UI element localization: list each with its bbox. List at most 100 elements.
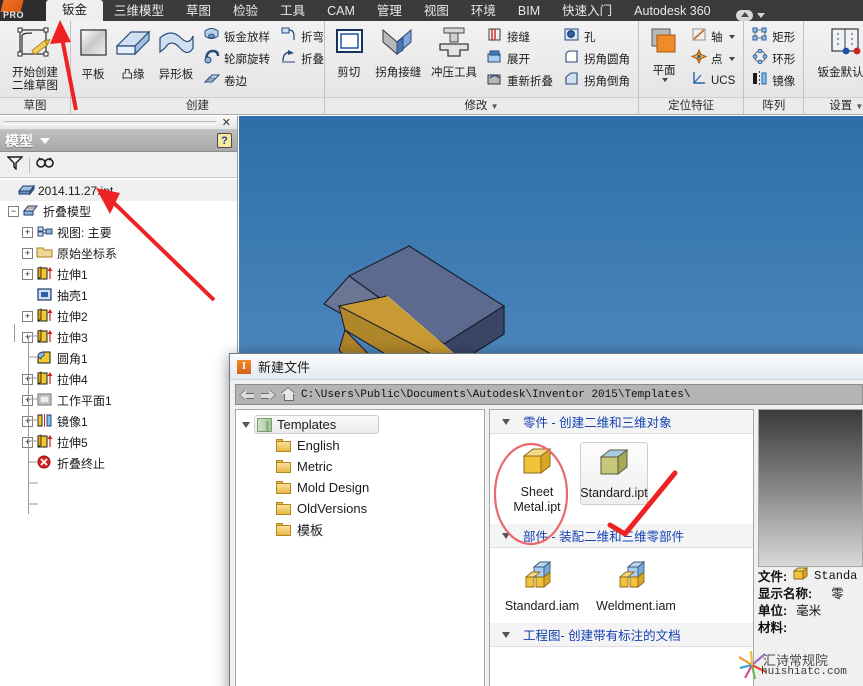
triangle-down-icon[interactable] xyxy=(242,421,250,428)
expander-plus[interactable]: + xyxy=(22,395,33,406)
tab-environment[interactable]: 环境 xyxy=(460,1,507,21)
app-logo[interactable]: PRO xyxy=(0,0,46,21)
expander-plus[interactable]: + xyxy=(22,227,33,238)
tree-item-fillet1[interactable]: 圆角1 xyxy=(0,348,237,369)
tree-item-extrude5[interactable]: + 拉伸5 xyxy=(0,432,237,453)
punch-tool-button[interactable]: 冲压工具 xyxy=(428,24,480,80)
corner-round-button[interactable]: 拐角圆角 xyxy=(559,48,634,69)
section-header-drawing[interactable]: 工程图- 创建带有标注的文档 xyxy=(490,623,753,647)
expander-minus[interactable]: − xyxy=(8,206,19,217)
tree-item-origin[interactable]: + 原始坐标系 xyxy=(0,243,237,264)
triangle-down-icon[interactable] xyxy=(502,631,510,638)
path-bar[interactable]: C:\Users\Public\Documents\Autodesk\Inven… xyxy=(235,384,863,405)
tree-item-extrude3[interactable]: + 拉伸3 xyxy=(0,327,237,348)
expander-plus[interactable]: + xyxy=(22,248,33,259)
bend-button[interactable]: 折弯 xyxy=(276,26,328,47)
fold-button[interactable]: 折叠 xyxy=(276,48,328,69)
tab-cam[interactable]: CAM xyxy=(316,1,366,21)
tree-item-shell1[interactable]: 抽壳1 xyxy=(0,285,237,306)
tree-item-root[interactable]: 2014.11.27.ipt xyxy=(0,180,237,201)
triangle-down-icon[interactable] xyxy=(502,418,510,425)
folder-tree[interactable]: Templates English Metric Mold Design Old… xyxy=(235,409,485,686)
unfold-button[interactable]: 展开 xyxy=(482,48,557,69)
panel-grip[interactable]: ✕ xyxy=(0,116,237,130)
close-icon[interactable]: ✕ xyxy=(222,117,237,128)
sheetmetal-defaults-button[interactable]: 钣金默认设 xyxy=(808,24,863,80)
chevron-down-icon[interactable] xyxy=(40,137,50,144)
folder-item-oldversions[interactable]: OldVersions xyxy=(236,498,484,519)
cloud-status-group[interactable] xyxy=(735,10,765,21)
tab-getting-started[interactable]: 快速入门 xyxy=(551,1,623,21)
tree-item-extrude1[interactable]: + 拉伸1 xyxy=(0,264,237,285)
tree-item-workplane1[interactable]: + 工作平面1 xyxy=(0,390,237,411)
expander-plus[interactable]: + xyxy=(22,269,33,280)
contour-flange-button[interactable]: 异形板 xyxy=(155,24,197,82)
tab-manage[interactable]: 管理 xyxy=(366,1,413,21)
grip-handle[interactable] xyxy=(4,120,216,125)
hole-button[interactable]: 孔 xyxy=(559,26,634,47)
filter-icon[interactable] xyxy=(6,155,24,175)
axis-button[interactable]: 轴 xyxy=(687,26,739,47)
expander-plus[interactable]: + xyxy=(22,332,33,343)
new-file-dialog[interactable]: I 新建文件 C:\Users\Public\Documents\Autodes… xyxy=(229,353,863,686)
face-button[interactable]: 平板 xyxy=(75,24,111,82)
contour-roll-button[interactable]: 轮廓旋转 xyxy=(199,48,274,69)
tab-inspect[interactable]: 检验 xyxy=(222,1,269,21)
chevron-down-icon[interactable] xyxy=(728,34,735,39)
folder-item-mold-design[interactable]: Mold Design xyxy=(236,477,484,498)
expander-plus[interactable]: + xyxy=(22,311,33,322)
tree-item-view[interactable]: + 视图: 主要 xyxy=(0,222,237,243)
expander-plus[interactable]: + xyxy=(22,374,33,385)
expander-plus[interactable]: + xyxy=(22,416,33,427)
ucs-button[interactable]: UCS xyxy=(687,70,739,91)
triangle-down-icon[interactable] xyxy=(502,532,510,539)
tree-item-folded-model[interactable]: − 折叠模型 xyxy=(0,201,237,222)
back-arrow-icon[interactable] xyxy=(240,389,255,401)
cloud-icon[interactable] xyxy=(735,10,753,21)
tree-item-extrude2[interactable]: + 拉伸2 xyxy=(0,306,237,327)
template-tile-standard-iam[interactable]: Standard.iam xyxy=(500,556,584,617)
mirror-button[interactable]: 镜像 xyxy=(748,70,799,91)
tab-3dmodel[interactable]: 三维模型 xyxy=(103,1,175,21)
section-header-assembly[interactable]: 部件 - 装配二维和三维零部件 xyxy=(490,524,753,548)
forward-arrow-icon[interactable] xyxy=(260,389,275,401)
dialog-titlebar[interactable]: I 新建文件 xyxy=(230,354,863,380)
tab-bim[interactable]: BIM xyxy=(507,1,551,21)
start-2d-sketch-button[interactable]: 开始创建 二维草图 xyxy=(4,24,66,93)
template-list[interactable]: 零件 - 创建二维和三维对象 Sheet Metal.ipt Standard.… xyxy=(489,409,754,686)
folder-item-templates[interactable]: Templates xyxy=(236,414,484,435)
chevron-down-icon[interactable] xyxy=(662,78,668,82)
chevron-down-icon[interactable]: ▼ xyxy=(491,102,499,111)
template-tile-weldment-iam[interactable]: Weldment.iam xyxy=(590,556,682,617)
flange-button[interactable]: 凸缘 xyxy=(113,24,153,82)
tab-autodesk360[interactable]: Autodesk 360 xyxy=(623,1,721,21)
expander-plus[interactable]: + xyxy=(22,437,33,448)
chevron-down-icon[interactable] xyxy=(756,13,765,18)
tree-item-extrude4[interactable]: + 拉伸4 xyxy=(0,369,237,390)
lofted-flange-button[interactable]: 钣金放样 xyxy=(199,26,274,47)
tab-sketch[interactable]: 草图 xyxy=(175,1,222,21)
point-button[interactable]: 点 xyxy=(687,48,739,69)
chevron-down-icon[interactable] xyxy=(728,56,735,61)
tab-view[interactable]: 视图 xyxy=(413,1,460,21)
folder-item-english[interactable]: English xyxy=(236,435,484,456)
template-tile-standard-ipt[interactable]: Standard.ipt xyxy=(580,442,648,505)
tab-tools[interactable]: 工具 xyxy=(269,1,316,21)
folder-item-metric[interactable]: Metric xyxy=(236,456,484,477)
circular-pattern-button[interactable]: 环形 xyxy=(748,48,799,69)
corner-seam-button[interactable]: 拐角接缝 xyxy=(370,24,426,80)
workplane-button[interactable]: 平面 xyxy=(643,24,685,82)
folder-item-template-cn[interactable]: 模板 xyxy=(236,519,484,540)
hem-button[interactable]: 卷边 xyxy=(199,70,274,91)
home-icon[interactable] xyxy=(280,388,296,401)
template-tile-sheet-metal-ipt[interactable]: Sheet Metal.ipt xyxy=(500,442,574,518)
help-icon[interactable]: ? xyxy=(217,133,232,148)
refold-button[interactable]: 重新折叠 xyxy=(482,70,557,91)
find-icon[interactable] xyxy=(36,155,54,175)
tree-item-mirror1[interactable]: + 镜像1 xyxy=(0,411,237,432)
chevron-down-icon[interactable]: ▼ xyxy=(855,102,863,111)
cut-button[interactable]: 剪切 xyxy=(329,24,368,80)
rip-button[interactable]: 接缝 xyxy=(482,26,557,47)
tab-sheetmetal[interactable]: 钣金 xyxy=(46,0,104,21)
corner-chamfer-button[interactable]: 拐角倒角 xyxy=(559,70,634,91)
